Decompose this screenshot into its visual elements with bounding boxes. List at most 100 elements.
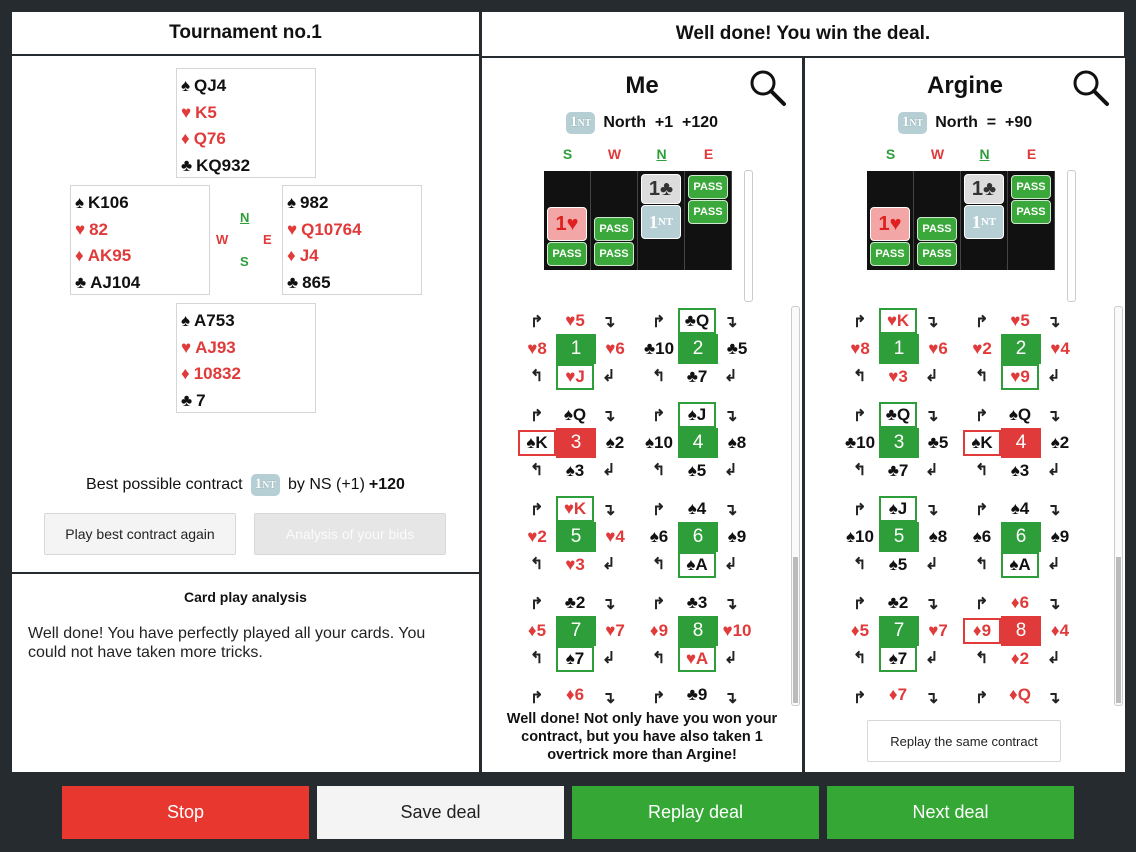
card-s: ♥A xyxy=(678,646,716,672)
trick-number: 5 xyxy=(879,522,919,552)
trick-number: 7 xyxy=(879,616,919,646)
arrow-icon: ↰ xyxy=(530,650,544,667)
bidding-scrollbar[interactable] xyxy=(1067,170,1076,302)
heart-icon: ♥ xyxy=(75,219,86,239)
trick-number: 8 xyxy=(1001,616,1041,646)
arrow-icon: ↴ xyxy=(925,596,939,613)
card-w: ♥2 xyxy=(518,524,556,550)
card-e: ♠2 xyxy=(596,430,634,456)
trick-4: ♠Q ♠K ♠2 ♠3 4 ↱ ↴ ↰ ↲ xyxy=(963,402,1079,484)
arrow-icon: ↰ xyxy=(530,556,544,573)
arrow-icon: ↲ xyxy=(724,650,738,667)
arrow-icon: ↲ xyxy=(724,368,738,385)
spade-icon: ♠ xyxy=(181,76,191,96)
arrow-icon: ↲ xyxy=(602,368,616,385)
arrow-icon: ↴ xyxy=(724,408,738,425)
play-best-contract-button[interactable]: Play best contract again xyxy=(44,513,236,555)
arrow-icon: ↱ xyxy=(530,314,544,331)
arrow-icon: ↲ xyxy=(1047,462,1061,479)
bid-1nt: 1 NT xyxy=(641,205,681,239)
card-n: ♦Q xyxy=(1001,684,1039,706)
card-w: ♦5 xyxy=(518,618,556,644)
bid-1h: 1♥ xyxy=(870,207,910,241)
bid-1c: 1♣ xyxy=(641,174,681,204)
card-n: ♥5 xyxy=(556,308,594,334)
card-e: ♠8 xyxy=(718,430,756,456)
arrow-icon: ↴ xyxy=(724,502,738,519)
card-w: ♠6 xyxy=(963,524,1001,550)
arrow-icon: ↰ xyxy=(853,462,867,479)
club-icon: ♣ xyxy=(181,155,193,175)
me-result: 1NT North +1 +120 xyxy=(482,112,802,134)
replay-deal-button[interactable]: Replay deal xyxy=(572,786,819,839)
card-w: ♥2 xyxy=(963,336,1001,362)
save-deal-button[interactable]: Save deal xyxy=(317,786,564,839)
trick-2: ♥5 ♥2 ♥4 ♥9 2 ↱ ↴ ↰ ↲ xyxy=(963,308,1079,390)
trick-8: ♦6 ♦9 ♦4 ♦2 8 ↱ ↴ ↰ ↲ xyxy=(963,590,1079,672)
magnifier-icon[interactable] xyxy=(748,68,788,108)
bid-pass: PASS xyxy=(594,242,634,266)
card-n: ♣Q xyxy=(678,308,716,334)
arrow-icon: ↱ xyxy=(530,690,544,707)
arrow-icon: ↰ xyxy=(975,462,989,479)
arrow-icon: ↱ xyxy=(975,690,989,707)
compass: N W E S xyxy=(212,210,276,270)
diamond-icon: ♦ xyxy=(287,246,296,266)
arrow-icon: ↴ xyxy=(602,408,616,425)
card-e: ♥10 xyxy=(718,618,756,644)
card-n: ♦6 xyxy=(556,684,594,706)
arrow-icon: ↰ xyxy=(975,650,989,667)
arrow-icon: ↱ xyxy=(853,502,867,519)
right-header: Well done! You win the deal. xyxy=(482,12,1124,56)
bidding-scrollbar[interactable] xyxy=(744,170,753,302)
analysis-bids-button[interactable]: Analysis of your bids xyxy=(254,513,446,555)
arrow-icon: ↴ xyxy=(1047,690,1061,707)
magnifier-icon[interactable] xyxy=(1071,68,1111,108)
trick-6: ♠4 ♠6 ♠9 ♠A 6 ↱ ↴ ↰ ↲ xyxy=(963,496,1079,578)
trick-6: ♠4 ♠6 ♠9 ♠A 6 ↱ ↴ ↰ ↲ xyxy=(640,496,756,578)
arrow-icon: ↰ xyxy=(853,556,867,573)
west-hand: ♠ K106 ♥ 82 ♦ AK95 ♣ AJ104 xyxy=(70,185,210,295)
arrow-icon: ↰ xyxy=(652,368,666,385)
bid-pass: PASS xyxy=(1011,175,1051,199)
arrow-icon: ↴ xyxy=(724,314,738,331)
arrow-icon: ↱ xyxy=(975,502,989,519)
arrow-icon: ↴ xyxy=(925,502,939,519)
heart-icon: ♥ xyxy=(181,102,192,122)
card-s: ♠3 xyxy=(1001,458,1039,484)
card-e: ♥7 xyxy=(919,618,957,644)
card-n: ♦6 xyxy=(1001,590,1039,616)
divider xyxy=(12,572,479,574)
card-e: ♣5 xyxy=(718,336,756,362)
seat-labels: S W N E xyxy=(562,146,714,162)
trick-1: ♥5 ♥8 ♥6 ♥J 1 ↱ ↴ ↰ ↲ xyxy=(518,308,634,390)
nt-badge: 1NT xyxy=(897,112,928,134)
bid-1nt: 1 NT xyxy=(964,205,1004,239)
card-s: ♥J xyxy=(556,364,594,390)
arrow-icon: ↰ xyxy=(975,368,989,385)
tricks-scrollbar[interactable] xyxy=(791,306,800,706)
trick-8: ♣3 ♦9 ♥10 ♥A 8 ↱ ↴ ↰ ↲ xyxy=(640,590,756,672)
tournament-title: Tournament no.1 xyxy=(12,12,479,56)
trick-4: ♠J ♠10 ♠8 ♠5 4 ↱ ↴ ↰ ↲ xyxy=(640,402,756,484)
arrow-icon: ↱ xyxy=(975,408,989,425)
next-deal-button[interactable]: Next deal xyxy=(827,786,1074,839)
arrow-icon: ↰ xyxy=(975,556,989,573)
card-s: ♠5 xyxy=(678,458,716,484)
card-n: ♥K xyxy=(879,308,917,334)
bid-pass: PASS xyxy=(688,175,728,199)
arrow-icon: ↰ xyxy=(652,462,666,479)
card-n: ♥K xyxy=(556,496,594,522)
card-n: ♠4 xyxy=(1001,496,1039,522)
replay-same-contract-button[interactable]: Replay the same contract xyxy=(867,720,1061,762)
arrow-icon: ↴ xyxy=(1047,502,1061,519)
me-message: Well done! Not only have you won your co… xyxy=(506,711,778,763)
tricks-scrollbar[interactable] xyxy=(1114,306,1123,706)
card-n: ♣2 xyxy=(879,590,917,616)
card-e: ♥4 xyxy=(1041,336,1079,362)
stop-button[interactable]: Stop xyxy=(62,786,309,839)
diamond-icon: ♦ xyxy=(75,246,84,266)
trick-7: ♣2 ♦5 ♥7 ♠7 7 ↱ ↴ ↰ ↲ xyxy=(841,590,957,672)
nt-badge: 1NT xyxy=(565,112,596,134)
bid-pass: PASS xyxy=(547,242,587,266)
